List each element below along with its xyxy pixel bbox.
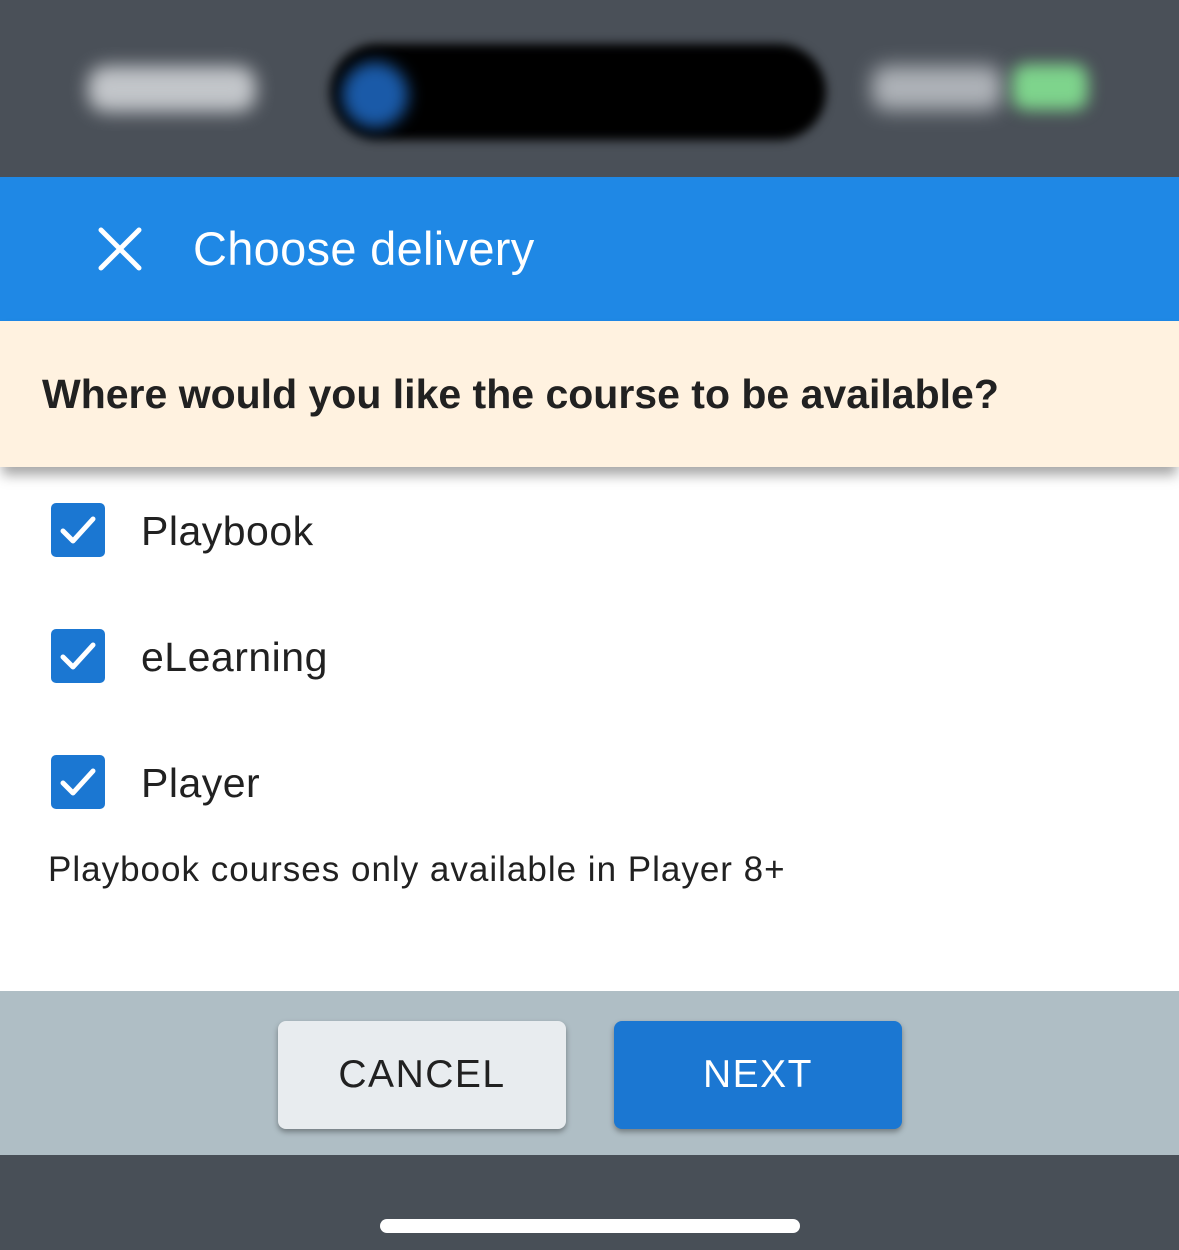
question-text: Where would you like the course to be av…: [42, 371, 999, 417]
option-label: Playbook: [141, 508, 314, 554]
option-label: eLearning: [141, 634, 328, 680]
signal-wifi-icon: [872, 66, 1002, 110]
cancel-button[interactable]: CANCEL: [278, 1021, 566, 1129]
status-time-blurred: [88, 66, 256, 112]
app-bar: Choose delivery: [0, 177, 1179, 321]
next-button[interactable]: NEXT: [614, 1021, 902, 1129]
close-icon: [98, 227, 142, 271]
check-icon: [60, 768, 96, 796]
page-title: Choose delivery: [193, 222, 535, 275]
option-elearning[interactable]: eLearning: [0, 602, 1179, 712]
close-button[interactable]: [80, 209, 160, 289]
island-activity-icon: [342, 62, 408, 128]
option-label: Player: [141, 760, 261, 806]
question-banner: Where would you like the course to be av…: [0, 321, 1179, 467]
status-bar: [0, 0, 1179, 177]
checkbox-elearning[interactable]: [51, 629, 105, 683]
check-icon: [60, 642, 96, 670]
option-playbook[interactable]: Playbook: [0, 476, 1179, 586]
checkbox-player[interactable]: [51, 755, 105, 809]
availability-note: Playbook courses only available in Playe…: [48, 850, 786, 889]
action-bar: CANCEL NEXT: [0, 991, 1179, 1155]
system-bottom-bar: [0, 1155, 1179, 1250]
battery-icon: [1012, 64, 1088, 110]
delivery-options: Playbook eLearning Player Playbook cours…: [0, 467, 1179, 991]
check-icon: [60, 516, 96, 544]
home-indicator[interactable]: [380, 1219, 800, 1233]
option-player[interactable]: Player: [0, 728, 1179, 838]
checkbox-playbook[interactable]: [51, 503, 105, 557]
